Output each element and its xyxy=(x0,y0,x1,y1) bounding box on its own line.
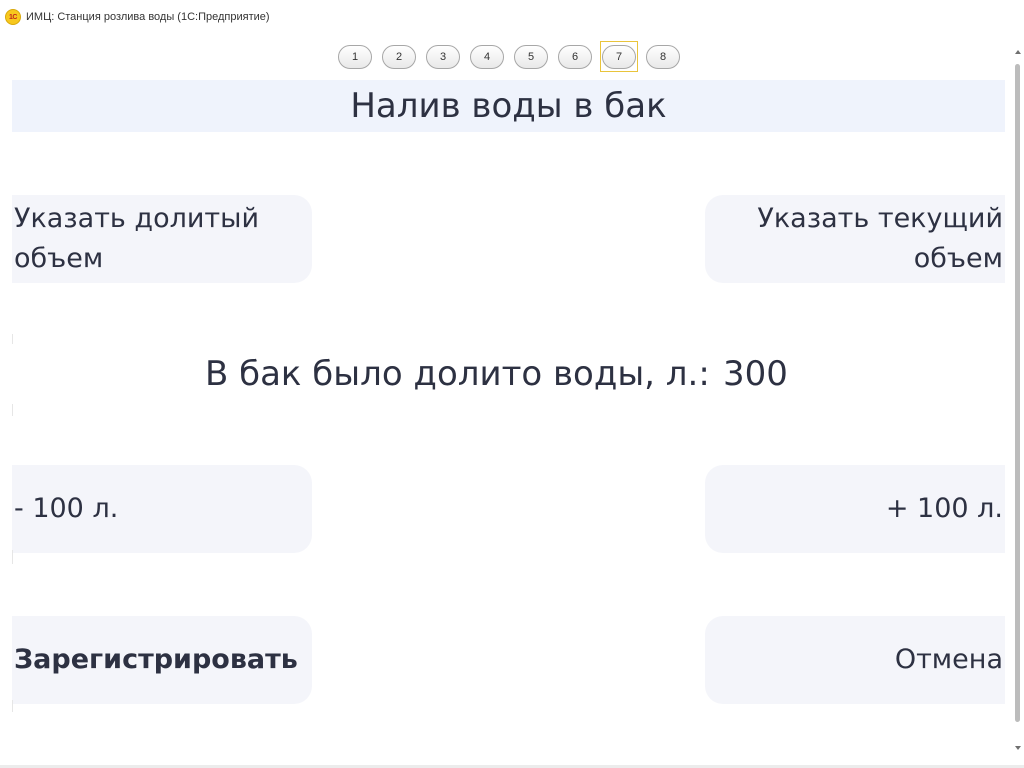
plus-100-label: + 100 л. xyxy=(885,493,1003,524)
page-header: Налив воды в бак xyxy=(12,80,1005,132)
added-volume-value[interactable]: 300 xyxy=(723,354,788,394)
window-title: ИМЦ: Станция розлива воды (1С:Предприяти… xyxy=(26,11,270,23)
register-label: Зарегистрировать xyxy=(14,644,298,675)
page-tab-4[interactable]: 4 xyxy=(470,45,504,69)
page-tab-1[interactable]: 1 xyxy=(338,45,372,69)
scrollbar-thumb[interactable] xyxy=(1015,64,1020,722)
divider-mark xyxy=(12,700,13,712)
page-tabs: 1 2 3 4 5 6 7 8 xyxy=(338,41,680,72)
register-button[interactable]: Зарегистрировать xyxy=(12,616,312,704)
cancel-button[interactable]: Отмена xyxy=(705,616,1005,704)
scroll-down-arrow-icon[interactable] xyxy=(1015,746,1021,750)
added-volume-label: В бак было долито воды, л.: xyxy=(205,354,710,394)
page-title: Налив воды в бак xyxy=(350,86,667,126)
specify-added-volume-label-line1: Указать долитый xyxy=(14,203,260,234)
page-tab-8[interactable]: 8 xyxy=(646,45,680,69)
app-window: 1С ИМЦ: Станция розлива воды (1С:Предпри… xyxy=(0,0,1024,768)
vertical-scrollbar[interactable] xyxy=(1012,48,1024,754)
added-volume-row: В бак было долито воды, л.: 300 xyxy=(12,340,1005,412)
cancel-label: Отмена xyxy=(894,644,1003,675)
minus-100-button[interactable]: - 100 л. xyxy=(12,465,312,553)
1c-logo-icon: 1С xyxy=(5,9,21,25)
scroll-up-arrow-icon[interactable] xyxy=(1015,50,1021,54)
specify-current-volume-button[interactable]: Указать текущий объем xyxy=(705,195,1005,283)
page-tab-6[interactable]: 6 xyxy=(558,45,592,69)
page-tab-3[interactable]: 3 xyxy=(426,45,460,69)
minus-100-label: - 100 л. xyxy=(14,493,119,524)
specify-added-volume-button[interactable]: Указать долитый объем xyxy=(12,195,312,283)
page-tab-5[interactable]: 5 xyxy=(514,45,548,69)
divider-mark xyxy=(12,550,13,564)
page-tab-7[interactable]: 7 xyxy=(600,41,638,72)
specify-added-volume-label-line2: объем xyxy=(14,243,104,274)
page-tab-2[interactable]: 2 xyxy=(382,45,416,69)
specify-current-volume-label-line1: Указать текущий xyxy=(757,203,1003,234)
title-bar: 1С ИМЦ: Станция розлива воды (1С:Предпри… xyxy=(0,0,1024,34)
specify-current-volume-label-line2: объем xyxy=(913,243,1003,274)
plus-100-button[interactable]: + 100 л. xyxy=(705,465,1005,553)
